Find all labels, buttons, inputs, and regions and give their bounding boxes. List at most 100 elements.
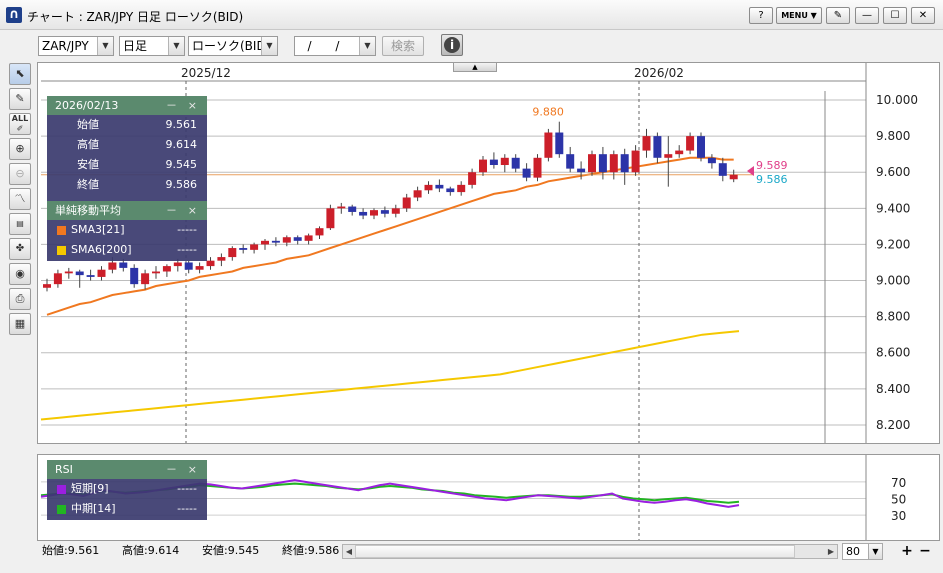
pair-select[interactable]: ZAR/JPY ▼	[38, 36, 114, 56]
ohlc-row-high: 高値 9.614	[47, 135, 207, 155]
candle-body	[642, 136, 651, 151]
candle-body	[500, 157, 509, 166]
candle-body	[162, 266, 171, 272]
numeric-tool-icon[interactable]: ▤	[9, 213, 31, 235]
candle-body	[119, 262, 128, 268]
scroll-left-icon[interactable]: ◀	[343, 545, 355, 558]
chart-type-value: ローソク(BID)	[192, 39, 271, 53]
candle-body	[130, 267, 139, 285]
all-label: ALL	[11, 114, 29, 123]
candle-body	[75, 271, 84, 276]
scrollbar-thumb[interactable]	[355, 545, 795, 558]
y-tick-label: 9.600	[876, 165, 910, 179]
zoom-out-icon[interactable]: ⊖	[9, 163, 31, 185]
close-panel-button[interactable]: ×	[188, 460, 197, 479]
close-panel-button[interactable]: ×	[188, 201, 197, 220]
candle-body	[718, 163, 727, 176]
rsi-tick-label: 30	[891, 509, 906, 523]
help-button[interactable]: ?	[749, 7, 773, 24]
menu-button[interactable]: MENU ▼	[776, 7, 822, 24]
candle-body	[108, 262, 117, 270]
candle-body	[337, 206, 346, 209]
search-button[interactable]: 検索	[382, 36, 424, 56]
info-icon: i	[444, 37, 460, 53]
pin-icon[interactable]: ✎	[826, 7, 850, 24]
zoom-in-icon[interactable]: +	[900, 543, 914, 560]
zoom-out-icon[interactable]: −	[918, 543, 932, 560]
minimize-panel-button[interactable]: －	[166, 201, 177, 220]
candle-body	[533, 157, 542, 178]
eye-icon[interactable]: ◉	[9, 263, 31, 285]
ohlc-label: 終値	[77, 178, 99, 191]
candle-body	[620, 154, 629, 173]
ohlc-panel-header: 2026/02/13 － ×	[47, 96, 207, 115]
y-tick-label: 8.400	[876, 382, 910, 396]
ohlc-label: 始値	[77, 118, 99, 131]
y-tick-label: 9.000	[876, 274, 910, 288]
candle-body	[152, 271, 160, 274]
status-close: 終値:9.586	[282, 544, 340, 557]
candle-body	[479, 159, 487, 173]
window-title: チャート : ZAR/JPY 日足 ローソク(BID)	[27, 10, 244, 24]
candle-body	[53, 273, 62, 285]
minimize-panel-button[interactable]: －	[166, 460, 177, 479]
ohlc-row-low: 安値 9.545	[47, 155, 207, 175]
candle-body	[664, 154, 673, 158]
symbol-tool-icon[interactable]: ✤	[9, 238, 31, 260]
rsi-row: 短期[9] -----	[47, 479, 207, 499]
close-window-button[interactable]: ✕	[911, 7, 935, 24]
chevron-down-icon: ▼	[97, 37, 113, 55]
candle-body	[141, 273, 150, 285]
rsi-short-swatch	[57, 485, 66, 494]
minimize-panel-button[interactable]: －	[166, 96, 177, 115]
print-icon[interactable]: ⎙	[9, 288, 31, 310]
x-tick-label: 2026/02	[634, 66, 684, 80]
close-panel-button[interactable]: ×	[188, 96, 197, 115]
price-label-red: 9.589	[756, 159, 788, 172]
candle-body	[577, 168, 586, 173]
y-tick-label: 8.800	[876, 310, 910, 324]
candle-body	[522, 168, 531, 178]
candle-body	[402, 197, 411, 209]
sma-label: SMA6[200]	[71, 243, 132, 256]
ohlc-row-close: 終値 9.586	[47, 175, 207, 195]
candle-body	[184, 262, 193, 270]
window-titlebar: ∩ チャート : ZAR/JPY 日足 ローソク(BID) ? MENU ▼ ✎…	[0, 0, 943, 30]
pen-tool-icon[interactable]: ✎	[9, 88, 31, 110]
all-erase-tool-icon[interactable]: ALL ✐	[9, 113, 31, 135]
x-tick-label: 2025/12	[181, 66, 231, 80]
info-button[interactable]: i	[441, 34, 463, 56]
candle-body	[261, 240, 269, 245]
candle-body	[348, 206, 357, 212]
candle-body	[370, 210, 378, 216]
zoom-value: 80	[846, 545, 860, 558]
maximize-button[interactable]: ☐	[883, 7, 907, 24]
indicator-tool-icon[interactable]: 〽	[9, 188, 31, 210]
scroll-right-icon[interactable]: ▶	[825, 545, 837, 558]
period-select[interactable]: 日足 ▼	[119, 36, 185, 56]
cursor-tool-icon[interactable]: ⬉	[9, 63, 31, 85]
candle-body	[686, 136, 695, 151]
minimize-button[interactable]: —	[855, 7, 879, 24]
candle-body	[97, 269, 106, 277]
table-icon[interactable]: ▦	[9, 313, 31, 335]
collapse-toggle-icon[interactable]: ▲	[453, 62, 497, 72]
chevron-down-icon[interactable]: ▼	[868, 543, 883, 560]
sma200-line	[40, 330, 740, 421]
app-logo-icon: ∩	[6, 7, 22, 23]
chart-type-select[interactable]: ローソク(BID) ▼	[188, 36, 278, 56]
rsi-panel-header: RSI － ×	[47, 460, 207, 479]
candle-body	[304, 235, 313, 241]
date-input[interactable]: / / ▼	[294, 36, 376, 56]
horizontal-scrollbar[interactable]: ◀ ▶	[342, 544, 838, 559]
candle-body	[217, 257, 226, 261]
sma-value: -----	[177, 243, 197, 256]
zoom-in-icon[interactable]: ⊕	[9, 138, 31, 160]
status-high: 高値:9.614	[122, 544, 180, 557]
chevron-down-icon: ▼	[359, 37, 375, 55]
candle-body	[43, 284, 51, 288]
rsi-title: RSI	[55, 463, 73, 476]
candle-body	[64, 271, 73, 274]
rsi-label: 中期[14]	[71, 502, 116, 515]
candle-body	[326, 208, 335, 229]
